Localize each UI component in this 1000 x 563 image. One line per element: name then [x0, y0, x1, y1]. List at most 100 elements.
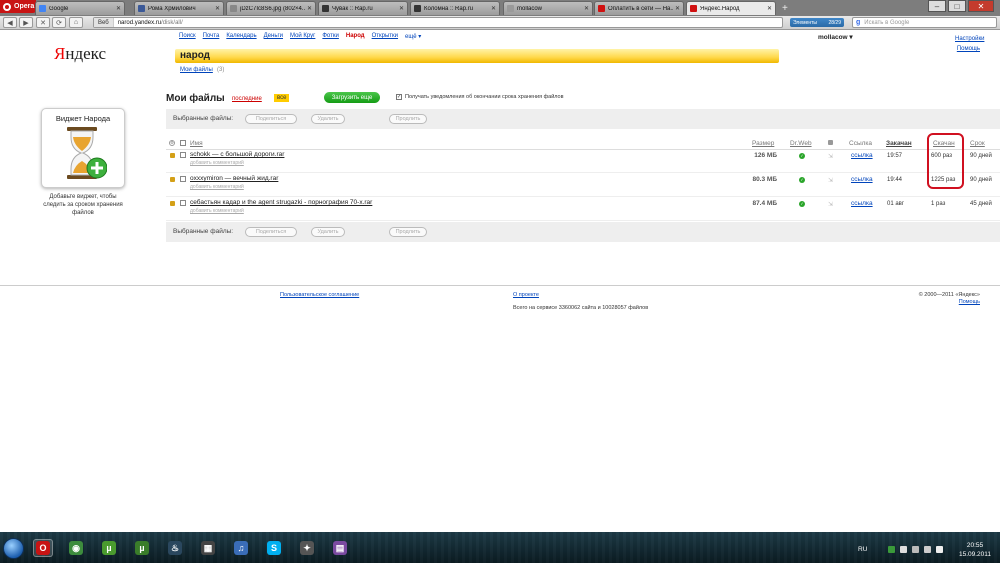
my-files-link[interactable]: Мои файлы	[180, 67, 213, 73]
opera-menu-button[interactable]: Opera	[0, 0, 36, 13]
nav-item[interactable]: Деньги	[264, 33, 283, 40]
upload-more-button[interactable]: Загрузить еще	[324, 92, 380, 103]
new-tab-button[interactable]: +	[782, 3, 788, 14]
get-link-icon[interactable]: ⇲	[828, 177, 835, 184]
extend-button[interactable]: Продлить	[389, 114, 427, 124]
reload-button[interactable]: ⟳	[52, 17, 66, 28]
tab-close-icon[interactable]: ✕	[767, 5, 772, 12]
col-name[interactable]: Имя	[190, 140, 203, 147]
skype-icon[interactable]: S	[264, 539, 284, 557]
clock[interactable]: 20:55 15.09.2011	[955, 541, 995, 559]
col-term[interactable]: Срок	[970, 140, 985, 147]
browser-tab[interactable]: Коломна :: Rap.ru ✕	[410, 1, 500, 15]
tray-volume-icon[interactable]	[936, 546, 943, 553]
settings-link[interactable]: Настройки	[955, 34, 984, 44]
search-input[interactable]: g Искать в Google	[852, 17, 997, 28]
nav-item[interactable]: Мой Круг	[290, 33, 315, 40]
nav-item[interactable]: Поиск	[179, 33, 196, 40]
tray-flag-icon[interactable]	[900, 546, 907, 553]
get-link-icon[interactable]: ⇲	[828, 153, 835, 160]
clock-date: 15.09.2011	[958, 551, 992, 558]
sort-last-link[interactable]: последние	[232, 96, 262, 102]
tray-network-icon[interactable]	[912, 546, 919, 553]
file-link[interactable]: ссылка	[851, 152, 873, 159]
nav-item[interactable]: Календарь	[226, 33, 256, 40]
file-link[interactable]: ссылка	[851, 200, 873, 207]
file-checkbox[interactable]	[180, 176, 186, 182]
counter-strike-icon[interactable]: ✦	[297, 539, 317, 557]
delete-button[interactable]: Удалить	[311, 227, 345, 237]
file-name-link[interactable]: schokk — с большой дороги.rar	[190, 151, 284, 158]
user-agreement-link[interactable]: Пользовательское соглашение	[280, 292, 359, 298]
file-checkbox[interactable]	[180, 152, 186, 158]
settings-gear-icon[interactable]: ⚙	[169, 140, 175, 146]
browser-tab[interactable]: Оплатить в сети — На... ✕	[594, 1, 684, 15]
tray-display-icon[interactable]	[924, 546, 931, 553]
nav-item[interactable]: Фотки	[322, 33, 339, 40]
file-name-link[interactable]: oxxxymiron — вечный жид.rar	[190, 175, 278, 182]
row-divider	[166, 196, 1000, 197]
tab-close-icon[interactable]: ✕	[215, 5, 220, 12]
maximize-button[interactable]: □	[948, 0, 966, 12]
browser-tab[interactable]: Google ✕	[35, 1, 125, 15]
browser-tab[interactable]: Яндекс.Народ ✕	[686, 1, 776, 15]
film-icon[interactable]: ▦	[198, 539, 218, 557]
browser-tab[interactable]: Рома Хрмилович ✕	[134, 1, 224, 15]
winrar-icon[interactable]: ▤	[330, 539, 350, 557]
add-comment-link[interactable]: добавить комментарий	[190, 184, 244, 190]
browser-tab[interactable]: Чувак :: Rap.ru ✕	[318, 1, 408, 15]
tab-close-icon[interactable]: ✕	[399, 5, 404, 12]
start-button[interactable]	[3, 538, 24, 559]
select-all-checkbox[interactable]	[180, 140, 186, 146]
file-name-link[interactable]: себастьян кадар и the agent strugazki - …	[190, 199, 372, 206]
col-drweb[interactable]: Dr.Web	[790, 140, 812, 147]
utorrent-green-icon[interactable]: µ	[99, 539, 119, 557]
tab-close-icon[interactable]: ✕	[307, 5, 312, 12]
itunes-icon[interactable]: ♫	[231, 539, 251, 557]
browser-tab[interactable]: mollacow ✕	[503, 1, 593, 15]
notify-checkbox[interactable]: ✓	[396, 94, 402, 100]
nav-item[interactable]: Открытки	[372, 33, 398, 40]
footer-help-link[interactable]: Помощь	[930, 299, 980, 305]
share-button[interactable]: Поделиться	[245, 114, 297, 124]
tab-close-icon[interactable]: ✕	[116, 5, 121, 12]
get-link-icon[interactable]: ⇲	[828, 201, 835, 208]
file-link[interactable]: ссылка	[851, 176, 873, 183]
add-comment-link[interactable]: добавить комментарий	[190, 208, 244, 214]
nav-item[interactable]: Народ	[346, 33, 365, 40]
utorrent-icon[interactable]: µ	[132, 539, 152, 557]
nav-item[interactable]: Почта	[203, 33, 220, 40]
stop-button[interactable]: ✕	[36, 17, 50, 28]
help-link[interactable]: Помощь	[955, 44, 980, 54]
lock-column-icon	[828, 140, 833, 145]
elements-button[interactable]: Элементы 28/29	[790, 18, 844, 27]
steam-icon[interactable]: ♨	[165, 539, 185, 557]
about-link[interactable]: О проекте	[513, 292, 539, 298]
opera-icon[interactable]: O	[33, 539, 53, 557]
user-menu[interactable]: mollacow ▾	[818, 33, 853, 41]
address-field[interactable]: Веб narod.yandex.ru /disk/all/	[93, 17, 783, 28]
language-indicator[interactable]: RU	[858, 546, 867, 553]
col-uploaded[interactable]: Закачан	[886, 140, 912, 147]
tab-favicon-icon	[39, 5, 46, 12]
delete-button[interactable]: Удалить	[311, 114, 345, 124]
tray-utorrent-icon[interactable]	[888, 546, 895, 553]
home-button[interactable]: ⌂	[69, 17, 83, 28]
minimize-button[interactable]: –	[928, 0, 946, 12]
yandex-logo[interactable]: Яндекс	[54, 44, 106, 64]
extend-button[interactable]: Продлить	[389, 227, 427, 237]
tab-close-icon[interactable]: ✕	[491, 5, 496, 12]
col-size[interactable]: Размер	[752, 140, 774, 147]
chrome-icon[interactable]: ◉	[66, 539, 86, 557]
tab-close-icon[interactable]: ✕	[675, 5, 680, 12]
file-checkbox[interactable]	[180, 200, 186, 206]
close-window-button[interactable]: ✕	[968, 0, 994, 12]
filter-all-badge[interactable]: все	[274, 94, 290, 102]
nav-item[interactable]: ещё ▾	[405, 33, 421, 40]
forward-button[interactable]: ▶	[19, 17, 33, 28]
share-button[interactable]: Поделиться	[245, 227, 297, 237]
browser-tab[interactable]: jDzC7Ic8S6.jpg (802×4... ✕	[226, 1, 316, 15]
back-button[interactable]: ◀	[3, 17, 17, 28]
add-comment-link[interactable]: добавить комментарий	[190, 160, 244, 166]
tab-close-icon[interactable]: ✕	[584, 5, 589, 12]
